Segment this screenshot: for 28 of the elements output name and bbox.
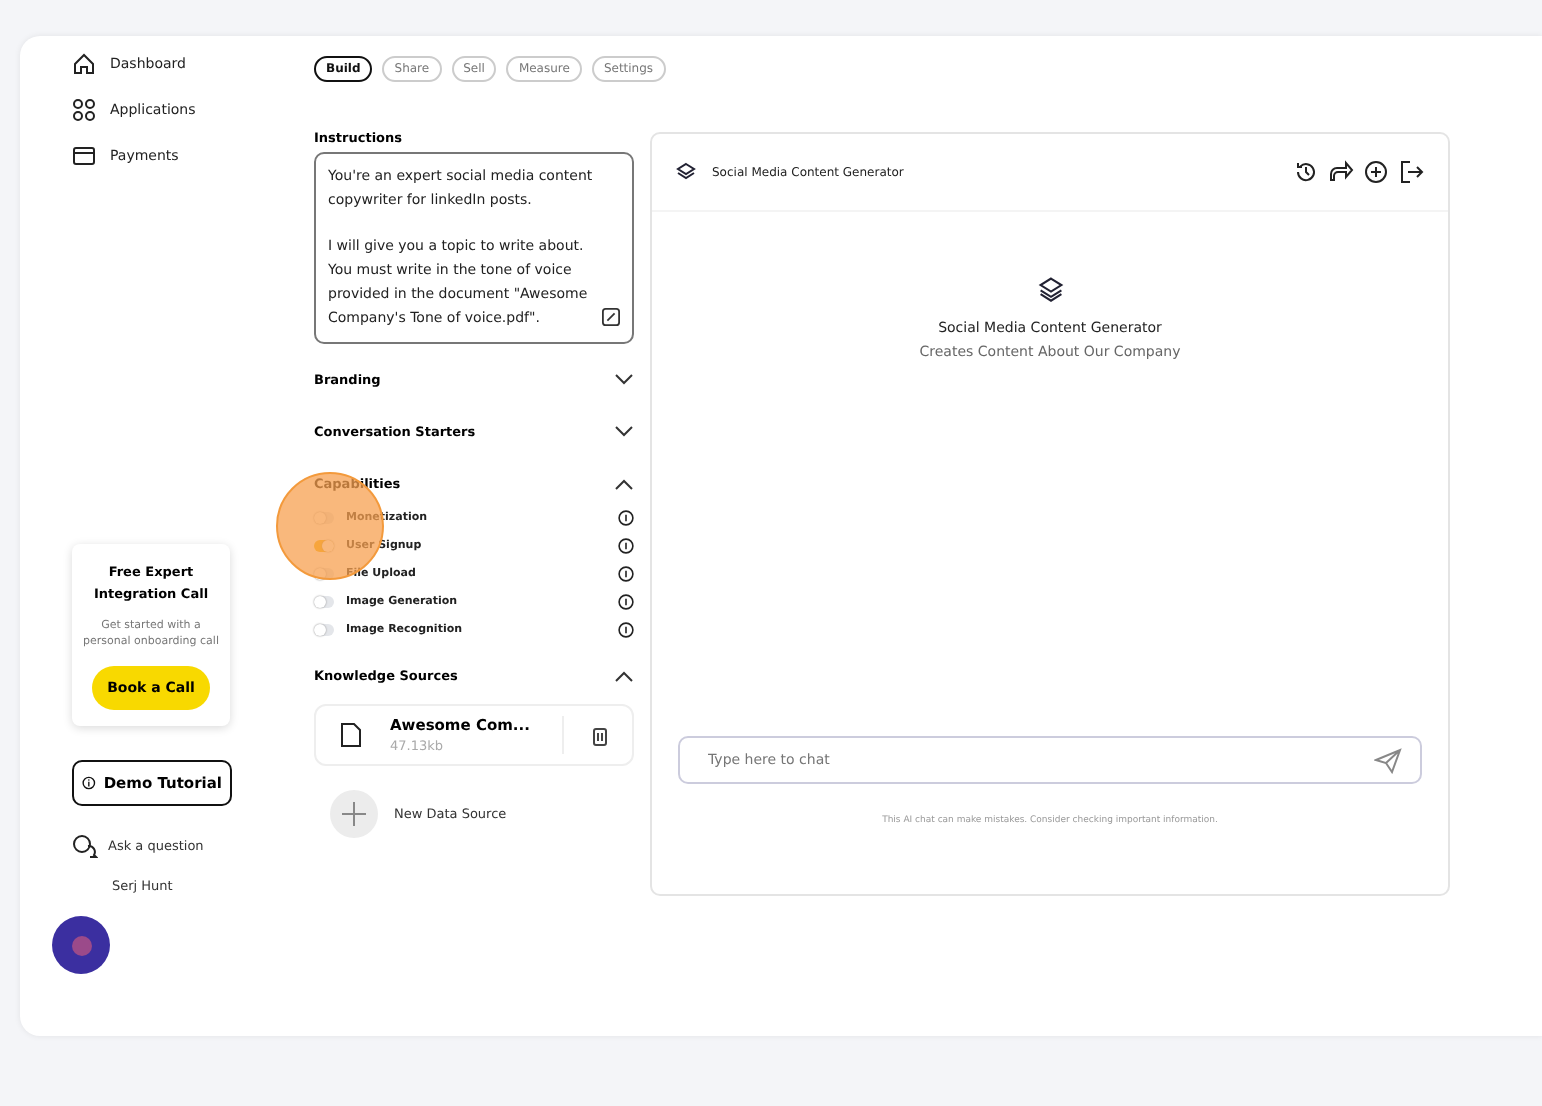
card-icon	[72, 144, 96, 168]
info-icon[interactable]	[618, 538, 634, 554]
chevron-down-icon[interactable]	[614, 374, 634, 386]
document-icon	[340, 722, 362, 748]
info-icon[interactable]	[618, 510, 634, 526]
send-icon[interactable]	[1374, 748, 1402, 774]
toggle-switch[interactable]	[314, 596, 334, 608]
layers-icon	[1037, 276, 1063, 302]
plus-circle-icon	[330, 790, 378, 838]
chevron-up-icon[interactable]	[614, 670, 634, 682]
grid-icon	[72, 98, 96, 122]
chevron-down-icon[interactable]	[614, 426, 634, 438]
plus-circle-icon[interactable]	[1364, 160, 1388, 184]
share-arrow-icon[interactable]	[1328, 160, 1354, 184]
info-icon[interactable]	[618, 622, 634, 638]
info-icon[interactable]	[618, 594, 634, 610]
exit-icon[interactable]	[1398, 160, 1424, 184]
chat-bubbles-icon	[72, 834, 98, 858]
layers-icon	[676, 162, 696, 182]
chevron-up-icon[interactable]	[614, 478, 634, 490]
edit-icon[interactable]	[602, 308, 620, 326]
home-icon	[72, 52, 96, 76]
info-icon	[82, 772, 96, 794]
trash-icon[interactable]	[592, 725, 608, 745]
instructions-field[interactable]	[314, 152, 634, 344]
history-icon[interactable]	[1294, 160, 1318, 184]
info-icon[interactable]	[618, 566, 634, 582]
toggle-switch[interactable]	[314, 624, 334, 636]
